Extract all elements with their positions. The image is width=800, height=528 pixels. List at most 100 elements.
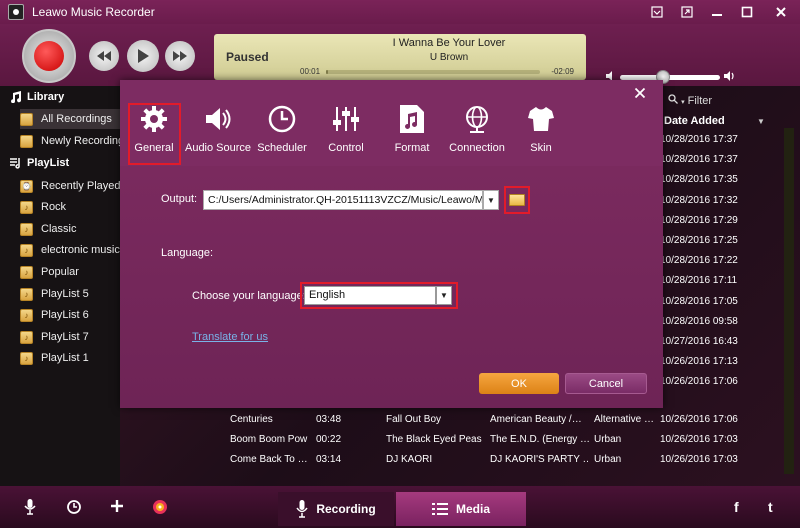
playlist-header[interactable]: PlayList [10, 157, 69, 169]
tab-connection[interactable]: Connection [447, 102, 507, 164]
sidebar-item-label: PlayList 6 [41, 309, 89, 321]
language-section-label: Language: [161, 247, 213, 259]
library-label: Library [27, 91, 65, 103]
filter-box[interactable]: ▾ Filter [668, 94, 712, 107]
cell-duration: 00:22 [316, 434, 342, 445]
cell-date-added: 10/26/2016 17:06 [660, 376, 738, 387]
app-title: Leawo Music Recorder [32, 5, 155, 19]
maximize-icon[interactable] [732, 0, 762, 24]
cell-date: 10/26/2016 17:03 [660, 454, 738, 465]
folder-icon [509, 194, 525, 206]
output-dropdown-arrow-icon[interactable]: ▼ [483, 190, 499, 210]
sidebar-item-recently-played[interactable]: ⌚ Recently Played [20, 176, 120, 196]
language-select[interactable]: English [304, 286, 436, 305]
facebook-icon[interactable]: f [734, 499, 739, 515]
tab-recording[interactable]: Recording [278, 492, 394, 526]
tab-media[interactable]: Media [396, 492, 526, 526]
sidebar-item-label: Classic [41, 223, 77, 235]
search-icon [668, 94, 678, 104]
add-icon[interactable] [110, 499, 124, 516]
playlist-folder-icon: ♪ [20, 265, 33, 279]
sidebar-item-label: All Recordings [41, 113, 112, 125]
close-icon[interactable] [762, 0, 800, 24]
folder-icon [20, 112, 33, 126]
library-header[interactable]: Library [10, 91, 64, 103]
cell-date-added: 10/26/2016 17:13 [660, 356, 738, 367]
cell-genre: Urban [594, 454, 622, 465]
record-button[interactable] [22, 29, 76, 83]
microphone-icon [296, 500, 308, 518]
shirt-icon [526, 102, 556, 136]
speaker-icon [203, 102, 233, 136]
tab-scheduler[interactable]: Scheduler [252, 102, 312, 164]
tab-audio-source[interactable]: Audio Source [185, 102, 251, 164]
table-row[interactable]: Centuries 03:48 Fall Out Boy American Be… [212, 410, 772, 430]
sidebar-item-playlist-1[interactable]: ♪ PlayList 1 [20, 348, 120, 368]
dialog-close-icon[interactable] [629, 82, 651, 104]
tab-control[interactable]: Control [316, 102, 376, 164]
cell-title: Centuries [230, 414, 273, 425]
microphone-icon[interactable] [24, 499, 36, 518]
itunes-icon[interactable] [152, 499, 168, 518]
cell-date-added: 10/28/2016 17:25 [660, 235, 738, 246]
expand-icon[interactable] [672, 0, 702, 24]
mini-mode-icon[interactable] [642, 0, 672, 24]
clock-folder-icon: ⌚ [20, 179, 33, 193]
tab-skin[interactable]: Skin [511, 102, 571, 164]
sidebar-item-electronic-music[interactable]: ♪ electronic music [20, 240, 120, 260]
sidebar-item-playlist-5[interactable]: ♪ PlayList 5 [20, 284, 120, 304]
minimize-icon[interactable] [702, 0, 732, 24]
language-dropdown-arrow-icon[interactable]: ▼ [436, 286, 452, 305]
cell-date-added: 10/28/2016 17:11 [660, 275, 738, 286]
play-icon [138, 49, 149, 63]
progress-bar[interactable] [326, 70, 540, 74]
sidebar-item-all-recordings[interactable]: All Recordings [20, 109, 120, 129]
sidebar-item-newly-recording[interactable]: Newly Recording [20, 131, 120, 151]
rewind-icon [97, 51, 111, 61]
window-controls [642, 0, 800, 24]
sidebar-item-popular[interactable]: ♪ Popular [20, 262, 120, 282]
clock-icon [267, 102, 297, 136]
sidebar-item-label: Rock [41, 201, 67, 213]
play-button[interactable] [127, 40, 159, 72]
playlist-folder-icon: ♪ [20, 287, 33, 301]
translate-link[interactable]: Translate for us [192, 331, 268, 343]
sidebar-item-label: Recently Played [41, 180, 120, 192]
sidebar-item-rock[interactable]: ♪ Rock [20, 197, 120, 217]
sidebar-item-label: Newly Recording [41, 135, 120, 147]
output-path-field[interactable]: C:/Users/Administrator.QH-20151113VZCZ/M… [203, 190, 483, 210]
cell-title: Boom Boom Pow [230, 434, 308, 445]
cancel-button[interactable]: Cancel [565, 373, 647, 394]
sidebar-item-classic[interactable]: ♪ Classic [20, 219, 120, 239]
sliders-icon [331, 102, 361, 136]
history-clock-icon[interactable] [66, 499, 82, 518]
playlist-folder-icon: ♪ [20, 330, 33, 344]
list-scrollbar[interactable] [784, 128, 794, 474]
cell-date: 10/26/2016 17:06 [660, 414, 738, 425]
cell-date-added: 10/28/2016 17:05 [660, 296, 738, 307]
cell-date-added: 10/28/2016 17:22 [660, 255, 738, 266]
sidebar-item-playlist-7[interactable]: ♪ PlayList 7 [20, 327, 120, 347]
globe-icon [462, 102, 492, 136]
sidebar-item-label: PlayList 5 [41, 288, 89, 300]
cell-date-added: 10/28/2016 17:35 [660, 174, 738, 185]
cell-genre: Alternative … [594, 414, 655, 425]
now-playing-display: Paused I Wanna Be Your Lover U Brown 00:… [214, 34, 586, 80]
table-row[interactable]: Come Back To … 03:14 DJ KAORI DJ KAORI'S… [212, 450, 772, 470]
fast-forward-button[interactable] [165, 41, 195, 71]
cell-title: Come Back To … [230, 454, 308, 465]
cell-artist: Fall Out Boy [386, 414, 442, 425]
title-bar: Leawo Music Recorder [0, 0, 800, 24]
table-row[interactable]: Boom Boom Pow 00:22 The Black Eyed Peas … [212, 430, 772, 450]
column-header-date-added[interactable]: Date Added [664, 115, 725, 127]
cell-artist: The Black Eyed Peas [386, 434, 482, 445]
remaining-time: -02:09 [551, 67, 574, 76]
browse-folder-button[interactable] [504, 186, 530, 214]
twitter-icon[interactable]: t [768, 499, 773, 515]
rewind-button[interactable] [89, 41, 119, 71]
progress-fill [326, 70, 329, 74]
sidebar-item-playlist-6[interactable]: ♪ PlayList 6 [20, 305, 120, 325]
tab-format[interactable]: Format [382, 102, 442, 164]
list-icon [431, 503, 448, 515]
ok-button[interactable]: OK [479, 373, 559, 394]
